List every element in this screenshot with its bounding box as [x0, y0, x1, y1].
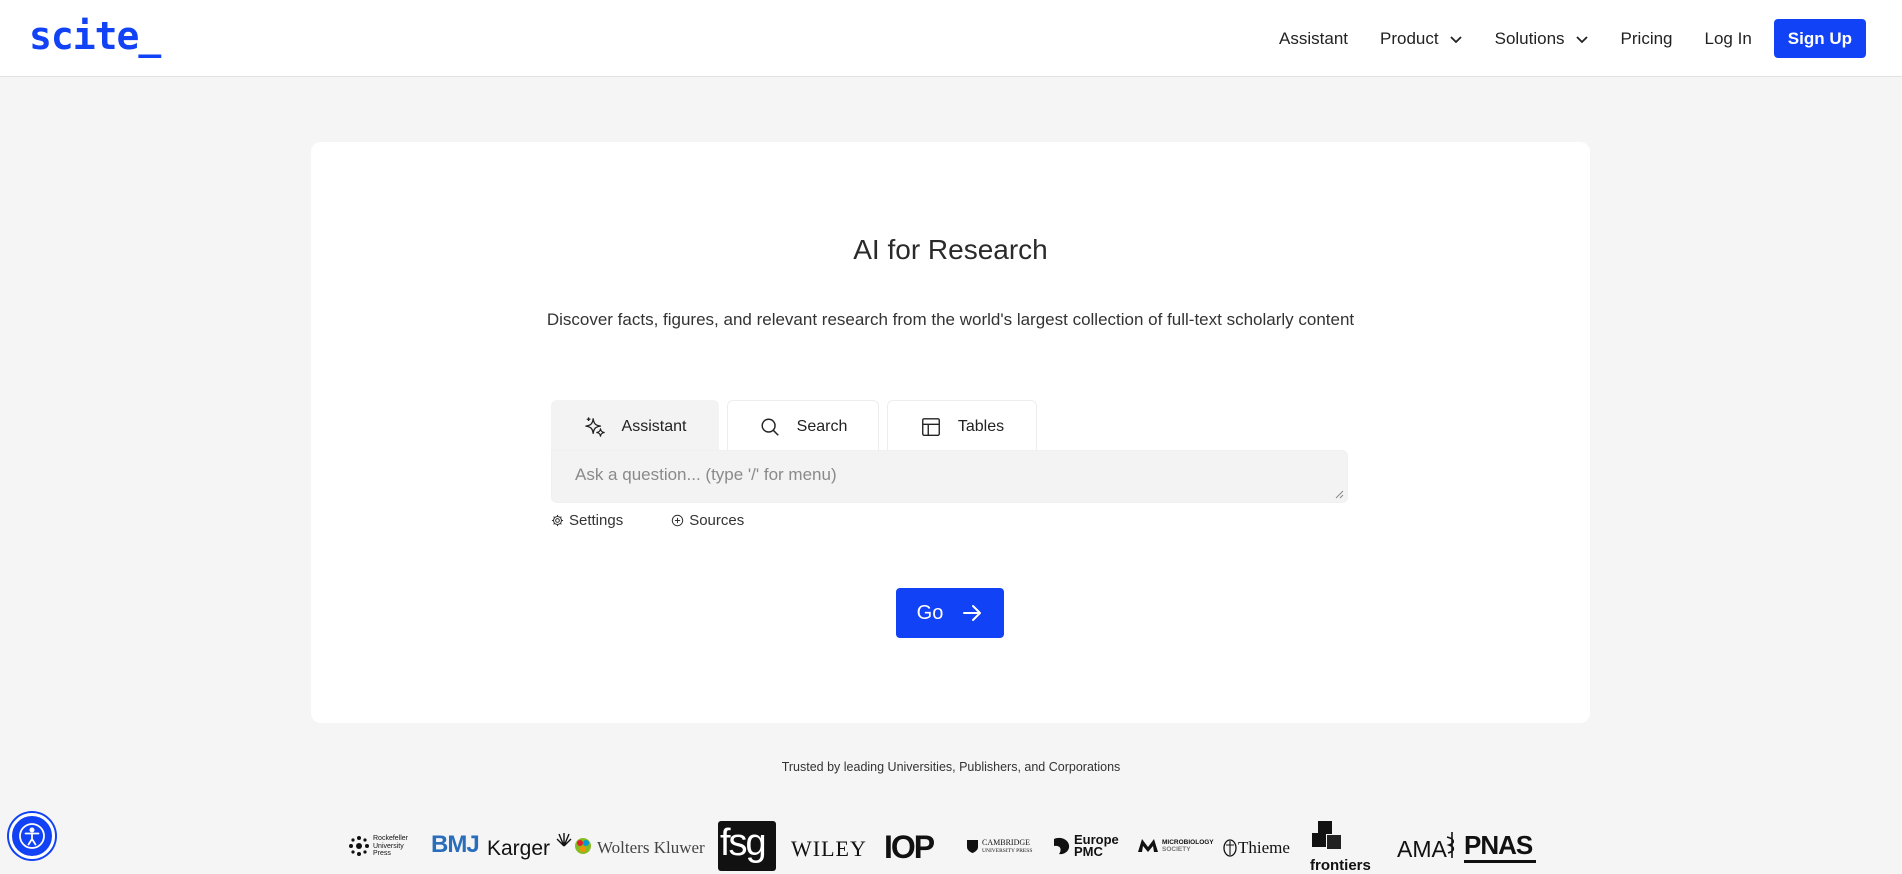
search-icon [761, 417, 779, 436]
tab-tables-label: Tables [957, 417, 1005, 435]
go-button-label: Go [916, 601, 944, 624]
accessibility-icon [19, 823, 45, 849]
page-subtitle: Discover facts, figures, and relevant re… [546, 310, 1355, 329]
iop-logo: IOP [884, 829, 935, 865]
nav-solutions-label: Solutions [1494, 28, 1565, 48]
rockefeller-logo: Rockefeller University Press [348, 835, 408, 858]
question-box [551, 450, 1348, 503]
wolters-kluwer-mark-icon [575, 838, 591, 854]
tab-tables[interactable]: Tables [887, 400, 1037, 452]
rockefeller-line-1: Rockefeller [373, 835, 409, 842]
nav-product-dropdown[interactable]: Product [1380, 29, 1463, 49]
partner-logos-strip: Rockefeller University Press BMJ Karger … [348, 819, 1558, 874]
trusted-by-text: Trusted by leading Universities, Publish… [781, 760, 1121, 774]
cambridge-line-2: UNIVERSITY PRESS [982, 848, 1033, 854]
sign-up-button[interactable]: Sign Up [1773, 19, 1866, 58]
microbiology-society-mark-icon [1138, 839, 1158, 852]
settings-button[interactable]: Settings [551, 512, 623, 529]
wiley-logo: WILEY [791, 836, 867, 861]
nav-assistant-link[interactable]: Assistant [1279, 29, 1348, 49]
top-navigation-bar: scite_ Assistant Product Solutions Prici… [0, 0, 1902, 77]
nav-pricing-link[interactable]: Pricing [1621, 29, 1673, 49]
resize-handle-icon[interactable] [1335, 490, 1344, 499]
sparkles-icon [584, 416, 605, 437]
rockefeller-mark-icon [349, 836, 369, 857]
settings-label: Settings [569, 512, 624, 529]
sources-label: Sources [689, 512, 745, 529]
frontiers-logo: frontiers [1310, 857, 1371, 874]
frontiers-mark-icon [1312, 821, 1341, 849]
chevron-down-icon [1575, 35, 1588, 43]
go-button[interactable]: Go [896, 588, 1004, 638]
karger-logo: Karger [487, 837, 551, 860]
mode-tabs: Assistant Search Tables [551, 400, 1045, 452]
scite-logo[interactable]: scite_ [29, 14, 161, 58]
wolters-kluwer-logo: Wolters Kluwer [597, 838, 705, 857]
nav-solutions-dropdown[interactable]: Solutions [1495, 29, 1589, 49]
ama-staff-icon [1446, 832, 1455, 858]
rockefeller-line-2: University [373, 842, 404, 850]
bmj-logo: BMJ [431, 831, 480, 858]
sources-button[interactable]: Sources [671, 512, 744, 529]
accessibility-button[interactable] [9, 813, 55, 859]
thieme-logo: Thieme [1238, 838, 1290, 857]
plus-circle-icon [671, 514, 684, 527]
rockefeller-line-3: Press [373, 850, 391, 857]
table-icon [921, 417, 940, 436]
chevron-down-icon [1449, 35, 1462, 43]
cambridge-line-1: CAMBRIDGE [982, 838, 1031, 847]
nav-login-label: Log In [1704, 28, 1752, 48]
fsg-logo-text: fsg [720, 822, 767, 864]
tab-search-label: Search [796, 417, 848, 435]
microbiology-line-2: SOCIETY [1162, 846, 1191, 853]
tab-assistant-label: Assistant [621, 417, 687, 435]
nav-product-label: Product [1380, 28, 1439, 48]
tab-assistant[interactable]: Assistant [551, 400, 719, 452]
nav-login-link[interactable]: Log In [1705, 29, 1752, 49]
nav-assistant-label: Assistant [1279, 28, 1349, 48]
hero-card: AI for Research Discover facts, figures,… [311, 142, 1590, 723]
karger-burst-icon [556, 833, 572, 847]
pnas-logo: PNAS [1464, 830, 1533, 860]
ama-logo: AMA [1397, 836, 1447, 862]
europe-pmc-line-2: PMC [1074, 844, 1103, 859]
tab-search[interactable]: Search [727, 400, 879, 452]
thieme-mark-icon [1223, 839, 1237, 857]
page-title: AI for Research [853, 234, 1048, 265]
query-options: Settings Sources [551, 512, 744, 529]
microbiology-line-1: MICROBIOLOGY [1162, 839, 1214, 846]
cambridge-shield-icon [967, 840, 978, 853]
main-nav: Assistant Product Solutions Pricing Log … [1247, 19, 1866, 58]
pnas-underline [1464, 860, 1536, 863]
question-input[interactable] [552, 451, 1347, 502]
nav-pricing-label: Pricing [1620, 28, 1673, 48]
gear-icon [551, 514, 564, 527]
arrow-right-icon [963, 605, 982, 621]
europe-pmc-mark-icon [1054, 837, 1070, 855]
